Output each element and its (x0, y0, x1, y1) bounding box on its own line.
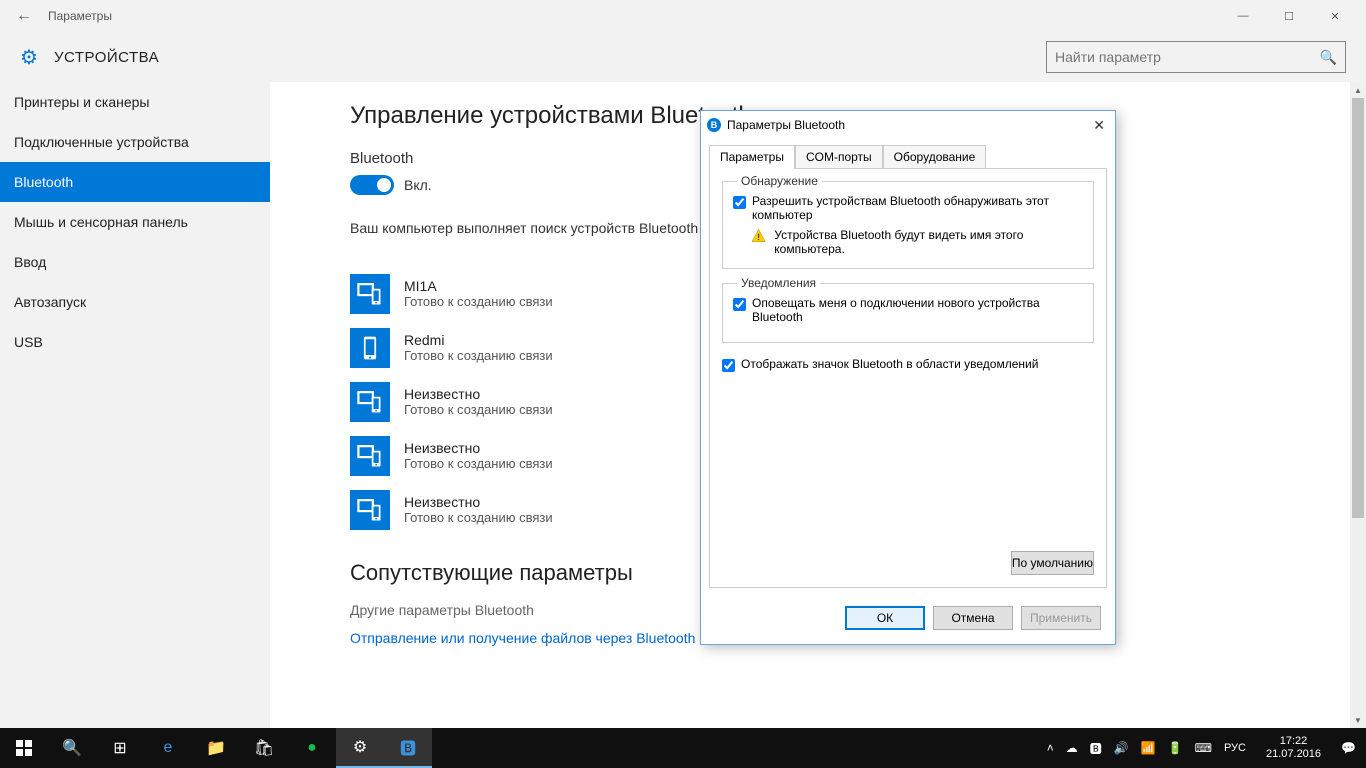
svg-text:!: ! (757, 232, 760, 243)
sidebar-item-mouse[interactable]: Мышь и сенсорная панель (0, 202, 270, 242)
cancel-button[interactable]: Отмена (933, 606, 1013, 630)
task-view-icon[interactable]: ⊞ (96, 728, 144, 768)
file-explorer-icon[interactable]: 📁 (192, 728, 240, 768)
start-button[interactable] (0, 728, 48, 768)
fieldset-notifications: Уведомления Оповещать меня о подключении… (722, 283, 1094, 343)
search-input[interactable] (1055, 49, 1320, 65)
device-icon (350, 274, 390, 314)
toggle-state-label: Вкл. (404, 177, 432, 193)
tray-volume-icon[interactable]: 🔊 (1114, 741, 1129, 755)
maximize-button[interactable]: ☐ (1266, 0, 1312, 32)
clock-date: 21.07.2016 (1266, 748, 1321, 761)
allow-discovery-label: Разрешить устройствам Bluetooth обнаружи… (752, 194, 1083, 222)
tray-icon-input[interactable] (722, 359, 735, 372)
clock-time: 17:22 (1266, 735, 1321, 748)
sidebar-item-autoplay[interactable]: Автозапуск (0, 282, 270, 322)
dialog-title: Параметры Bluetooth (727, 118, 845, 132)
fieldset-discovery: Обнаружение Разрешить устройствам Blueto… (722, 181, 1094, 269)
device-status: Готово к созданию связи (404, 510, 553, 525)
device-status: Готово к созданию связи (404, 402, 553, 417)
warning-icon: ! (751, 228, 766, 244)
apply-button[interactable]: Применить (1021, 606, 1101, 630)
tray-keyboard-icon[interactable]: ⌨ (1195, 741, 1212, 755)
action-center-icon[interactable]: 💬 (1341, 741, 1356, 755)
checkbox-allow-discovery[interactable]: Разрешить устройствам Bluetooth обнаружи… (733, 194, 1083, 222)
device-icon (350, 328, 390, 368)
device-name: Неизвестно (404, 386, 553, 402)
scroll-up-arrow[interactable]: ▲ (1350, 82, 1366, 98)
defaults-button[interactable]: По умолчанию (1011, 551, 1094, 575)
device-name: Неизвестно (404, 494, 553, 510)
tray-bluetooth-icon[interactable]: 🅱 (1090, 740, 1102, 757)
search-taskbar-icon[interactable]: 🔍 (48, 728, 96, 768)
checkbox-notify-connect[interactable]: Оповещать меня о подключении нового устр… (733, 296, 1083, 324)
search-icon: 🔍 (1320, 49, 1337, 66)
taskbar: 🔍 ⊞ e 📁 🛍 ● ⚙ 🅱 ˄ ☁ 🅱 🔊 📶 🔋 ⌨ РУС 17:22 … (0, 728, 1366, 768)
edge-icon[interactable]: e (144, 728, 192, 768)
tab-com-ports[interactable]: COM-порты (795, 145, 883, 169)
tab-hardware[interactable]: Оборудование (883, 145, 987, 169)
warning-text: Устройства Bluetooth будут видеть имя эт… (774, 228, 1083, 256)
settings-taskbar-icon[interactable]: ⚙ (336, 728, 384, 768)
settings-header: ⚙ УСТРОЙСТВА 🔍 (0, 32, 1366, 82)
tab-options[interactable]: Параметры (709, 145, 795, 169)
tray-battery-icon[interactable]: 🔋 (1168, 741, 1183, 755)
discovery-legend: Обнаружение (737, 174, 822, 188)
sidebar: Принтеры и сканеры Подключенные устройст… (0, 82, 270, 728)
tray-onedrive-icon[interactable]: ☁ (1066, 741, 1078, 755)
close-button[interactable]: ✕ (1312, 0, 1358, 32)
dialog-close-button[interactable]: ✕ (1089, 117, 1109, 134)
minimize-button[interactable]: — (1220, 0, 1266, 32)
back-button[interactable]: ← (8, 7, 40, 25)
page-title: УСТРОЙСТВА (54, 49, 159, 66)
window-title: Параметры (48, 9, 112, 23)
sidebar-item-connected[interactable]: Подключенные устройства (0, 122, 270, 162)
device-name: Redmi (404, 332, 553, 348)
search-box[interactable]: 🔍 (1046, 41, 1346, 73)
sidebar-item-printers[interactable]: Принтеры и сканеры (0, 82, 270, 122)
tray-chevron-icon[interactable]: ˄ (1047, 741, 1054, 755)
bluetooth-icon: B (707, 118, 721, 132)
notify-connect-label: Оповещать меня о подключении нового устр… (752, 296, 1083, 324)
checkbox-tray-icon[interactable]: Отображать значок Bluetooth в области ув… (722, 357, 1094, 372)
store-icon[interactable]: 🛍 (240, 728, 288, 768)
ok-button[interactable]: ОК (845, 606, 925, 630)
scrollbar[interactable]: ▲ ▼ (1350, 82, 1366, 728)
dialog-body: Обнаружение Разрешить устройствам Blueto… (709, 168, 1107, 588)
device-status: Готово к созданию связи (404, 348, 553, 363)
allow-discovery-input[interactable] (733, 196, 746, 209)
device-name: Неизвестно (404, 440, 553, 456)
scroll-down-arrow[interactable]: ▼ (1350, 712, 1366, 728)
tray-network-icon[interactable]: 📶 (1141, 741, 1156, 755)
spotify-icon[interactable]: ● (288, 728, 336, 768)
language-indicator[interactable]: РУС (1224, 742, 1246, 754)
bluetooth-toggle[interactable] (350, 175, 394, 195)
device-status: Готово к созданию связи (404, 456, 553, 471)
sidebar-item-typing[interactable]: Ввод (0, 242, 270, 282)
sidebar-item-usb[interactable]: USB (0, 322, 270, 362)
dialog-tabs: Параметры COM-порты Оборудование (701, 139, 1115, 169)
device-name: MI1A (404, 278, 553, 294)
device-status: Готово к созданию связи (404, 294, 553, 309)
dialog-titlebar[interactable]: B Параметры Bluetooth ✕ (701, 111, 1115, 139)
gear-icon: ⚙ (20, 45, 48, 70)
notifications-legend: Уведомления (737, 276, 820, 290)
notify-connect-input[interactable] (733, 298, 746, 311)
scroll-thumb[interactable] (1352, 98, 1364, 518)
device-icon (350, 382, 390, 422)
taskbar-clock[interactable]: 17:22 21.07.2016 (1258, 735, 1329, 761)
sidebar-item-bluetooth[interactable]: Bluetooth (0, 162, 270, 202)
tray-icon-label: Отображать значок Bluetooth в области ув… (741, 357, 1038, 371)
bluetooth-taskbar-icon[interactable]: 🅱 (384, 728, 432, 768)
window-titlebar: ← Параметры — ☐ ✕ (0, 0, 1366, 32)
device-icon (350, 490, 390, 530)
bluetooth-settings-dialog: B Параметры Bluetooth ✕ Параметры COM-по… (700, 110, 1116, 645)
device-icon (350, 436, 390, 476)
